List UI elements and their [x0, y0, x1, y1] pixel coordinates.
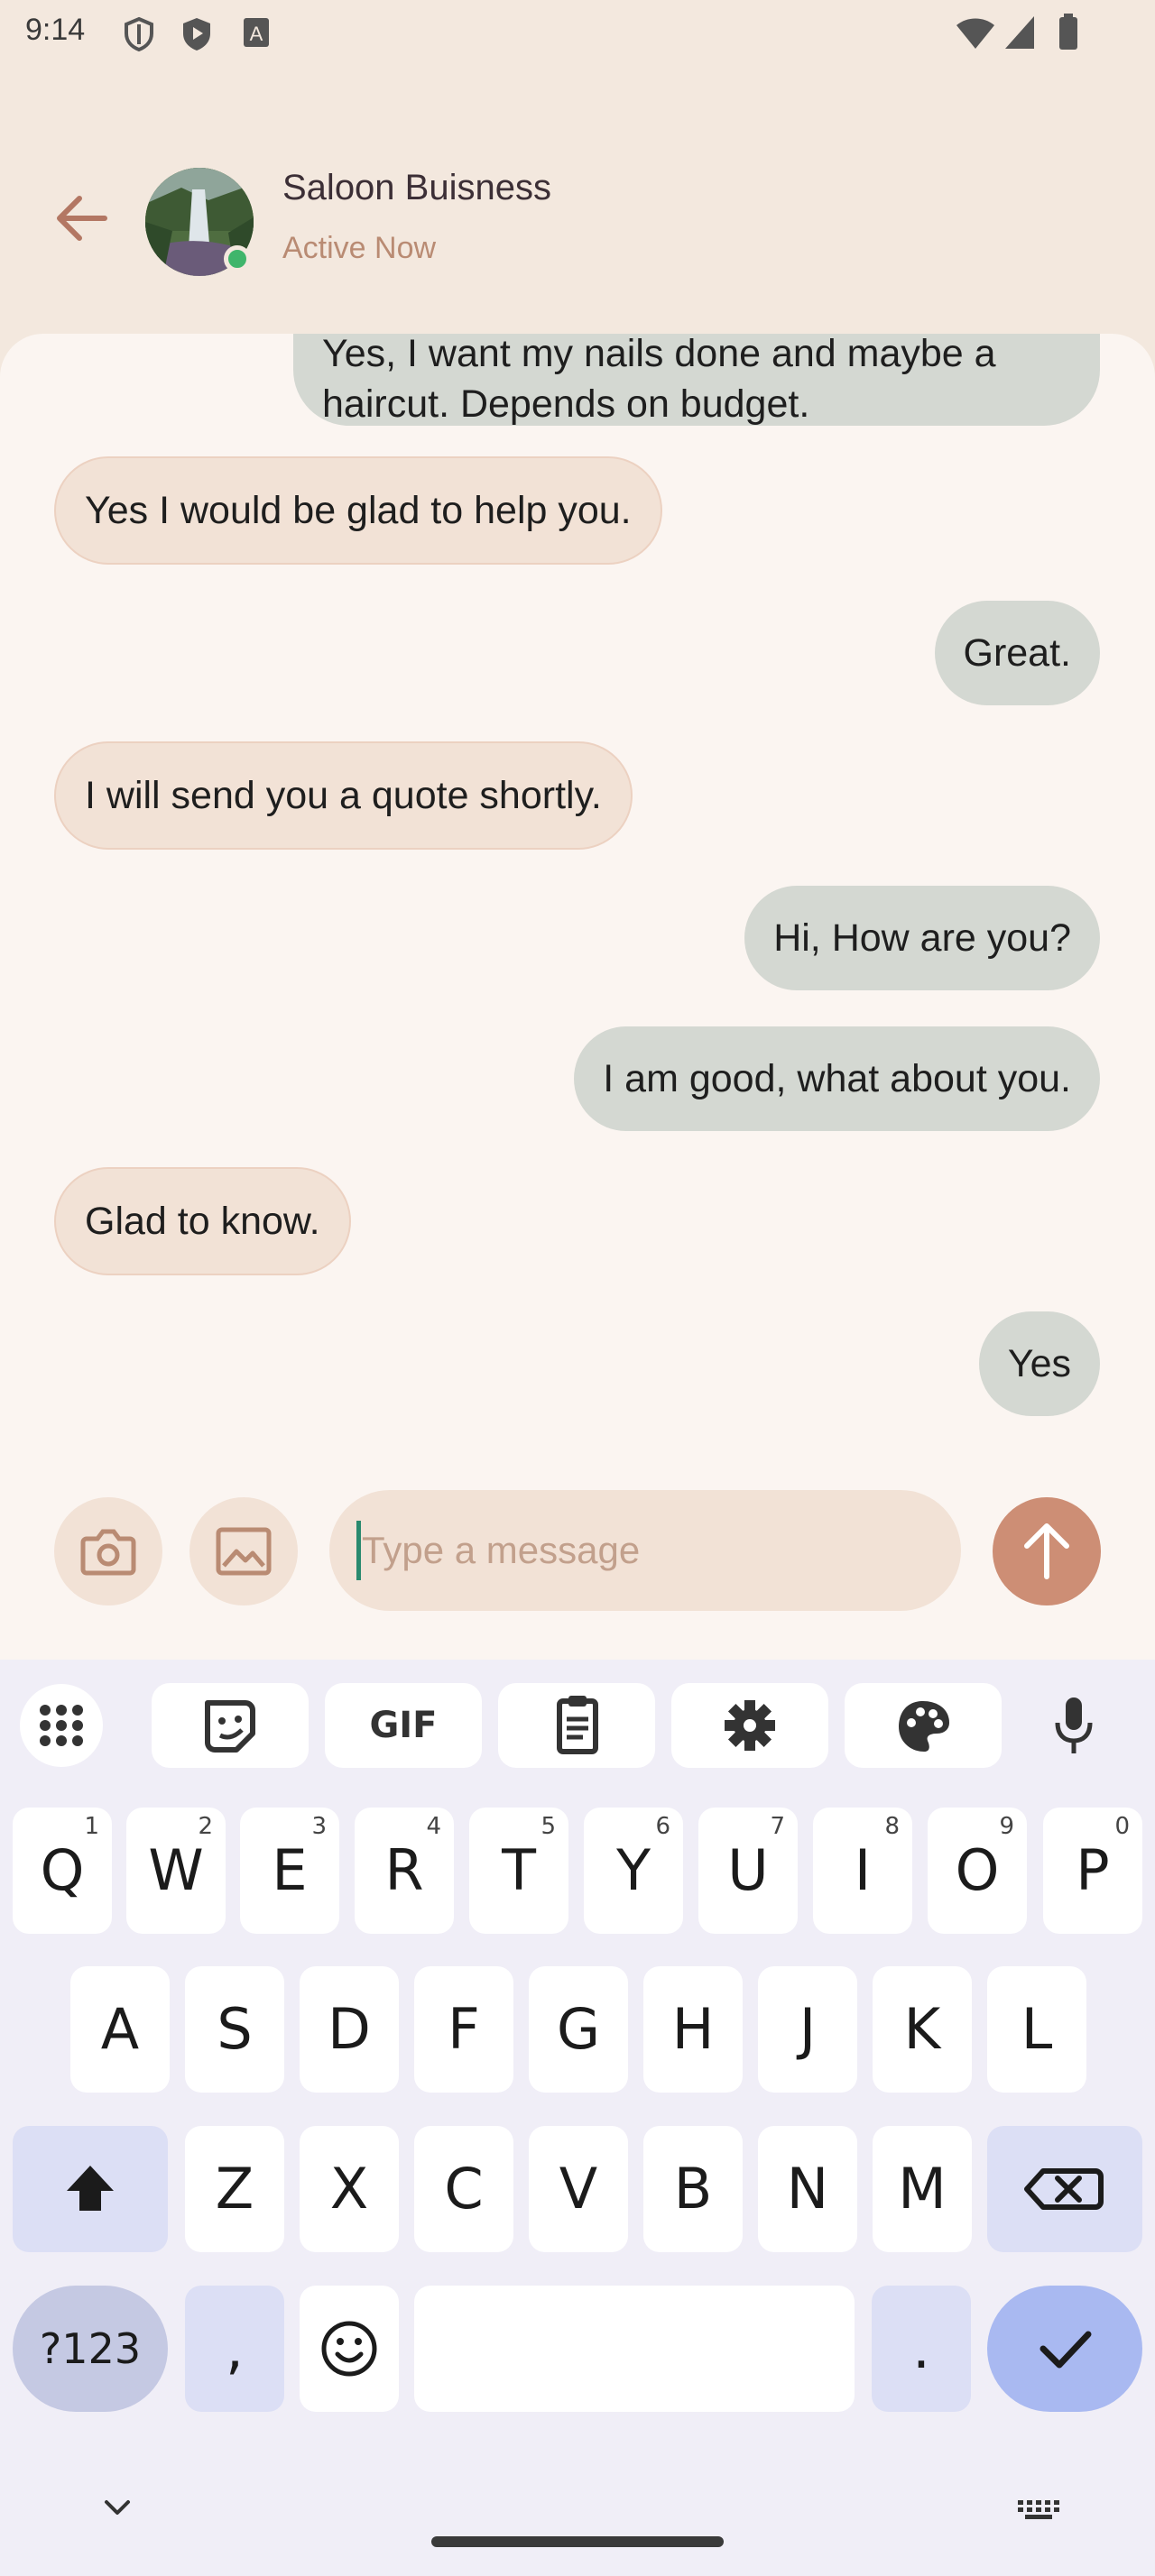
battery-icon [1059, 14, 1077, 50]
key-s[interactable]: S [185, 1966, 284, 2093]
key-k[interactable]: K [873, 1966, 972, 2093]
key-j[interactable]: J [758, 1966, 857, 2093]
status-bar: 9:14 A [0, 0, 1155, 67]
period-key[interactable]: . [872, 2286, 971, 2412]
message-bubble-incoming: Yes I would be glad to help you. [54, 456, 662, 565]
text-cursor [356, 1521, 361, 1580]
key-u[interactable]: U7 [698, 1808, 798, 1934]
palette-icon [899, 1701, 949, 1752]
key-o[interactable]: O9 [928, 1808, 1027, 1934]
keyboard-a-icon: A [244, 18, 269, 47]
message-text: Great. [963, 631, 1072, 675]
message-text: I will send you a quote shortly. [85, 774, 602, 817]
key-g[interactable]: G [529, 1966, 628, 2093]
key-y[interactable]: Y6 [584, 1808, 683, 1934]
arrow-up-icon [1024, 1523, 1069, 1579]
cell-signal-icon [1005, 16, 1034, 49]
keyboard-switch-icon[interactable] [1016, 2498, 1061, 2522]
key-p[interactable]: P0 [1043, 1808, 1142, 1934]
camera-icon [80, 1529, 136, 1576]
message-bubble-outgoing: Yes [978, 1311, 1100, 1416]
message-bubble-outgoing: Hi, How are you? [744, 886, 1100, 990]
key-l[interactable]: L [987, 1966, 1086, 2093]
key-c[interactable]: C [414, 2126, 513, 2252]
enter-key[interactable] [987, 2286, 1142, 2412]
gif-button[interactable]: GIF [325, 1683, 482, 1768]
gallery-button[interactable] [189, 1497, 298, 1605]
clipboard-icon [557, 1696, 598, 1754]
shift-key[interactable] [13, 2126, 168, 2252]
play-protect-icon [183, 18, 210, 51]
sticker-icon [205, 1700, 255, 1753]
emoji-key[interactable] [300, 2286, 399, 2412]
send-button[interactable] [993, 1497, 1101, 1605]
message-text: Yes, I want my nails done and maybe a ha… [322, 334, 996, 426]
key-x[interactable]: X [300, 2126, 399, 2252]
key-d[interactable]: D [300, 1966, 399, 2093]
chevron-down-icon[interactable] [99, 2495, 135, 2522]
apps-grid-icon[interactable] [16, 1683, 106, 1768]
contact-status: Active Now [282, 231, 437, 265]
settings-button[interactable] [671, 1683, 828, 1768]
space-key[interactable] [414, 2286, 855, 2412]
theme-button[interactable] [845, 1683, 1002, 1768]
sticker-button[interactable] [152, 1683, 309, 1768]
message-text: Hi, How are you? [773, 916, 1071, 960]
key-n[interactable]: N [758, 2126, 857, 2252]
key-m[interactable]: M [873, 2126, 972, 2252]
key-r[interactable]: R4 [355, 1808, 454, 1934]
shift-icon [67, 2166, 114, 2211]
comma-key[interactable]: , [185, 2286, 284, 2412]
message-bubble-incoming: I will send you a quote shortly. [54, 741, 633, 850]
message-bubble-outgoing: I am good, what about you. [574, 1026, 1100, 1131]
backspace-icon [1024, 2168, 1104, 2210]
key-f[interactable]: F [414, 1966, 513, 2093]
status-time: 9:14 [25, 13, 86, 47]
contact-name: Saloon Buisness [282, 168, 551, 207]
key-v[interactable]: V [529, 2126, 628, 2252]
key-z[interactable]: Z [185, 2126, 284, 2252]
message-bubble-outgoing: Yes, I want my nails done and maybe a ha… [293, 334, 1100, 426]
key-q[interactable]: Q1 [13, 1808, 112, 1934]
key-h[interactable]: H [643, 1966, 743, 2093]
key-i[interactable]: I8 [813, 1808, 912, 1934]
svg-text:A: A [250, 23, 263, 45]
image-icon [216, 1527, 272, 1576]
wifi-icon [956, 18, 994, 49]
clipboard-button[interactable] [498, 1683, 655, 1768]
checkmark-icon [1040, 2331, 1092, 2369]
gear-icon [725, 1700, 775, 1751]
message-list[interactable]: Yes, I want my nails done and maybe a ha… [0, 334, 1155, 1660]
symbols-key[interactable]: ?123 [13, 2286, 168, 2412]
online-status-dot [224, 245, 251, 272]
key-a[interactable]: A [70, 1966, 170, 2093]
shield-icon [125, 16, 153, 52]
key-e[interactable]: E3 [240, 1808, 339, 1934]
message-text: Glad to know. [85, 1200, 320, 1243]
key-w[interactable]: W2 [126, 1808, 226, 1934]
emoji-icon [321, 2321, 377, 2377]
keyboard [0, 1660, 1155, 2576]
home-gesture-bar[interactable] [431, 2536, 724, 2547]
message-bubble-outgoing: Great. [934, 601, 1100, 705]
message-bubble-incoming: Glad to know. [54, 1167, 351, 1275]
microphone-icon[interactable] [1047, 1692, 1101, 1764]
camera-button[interactable] [54, 1497, 162, 1605]
back-arrow-icon[interactable] [52, 191, 116, 245]
gif-label: GIF [369, 1705, 438, 1746]
key-b[interactable]: B [643, 2126, 743, 2252]
message-input[interactable] [329, 1490, 961, 1611]
message-text: Yes I would be glad to help you. [85, 489, 632, 532]
backspace-key[interactable] [987, 2126, 1142, 2252]
key-t[interactable]: T5 [469, 1808, 568, 1934]
message-text: I am good, what about you. [603, 1057, 1071, 1100]
message-text: Yes [1007, 1342, 1071, 1385]
